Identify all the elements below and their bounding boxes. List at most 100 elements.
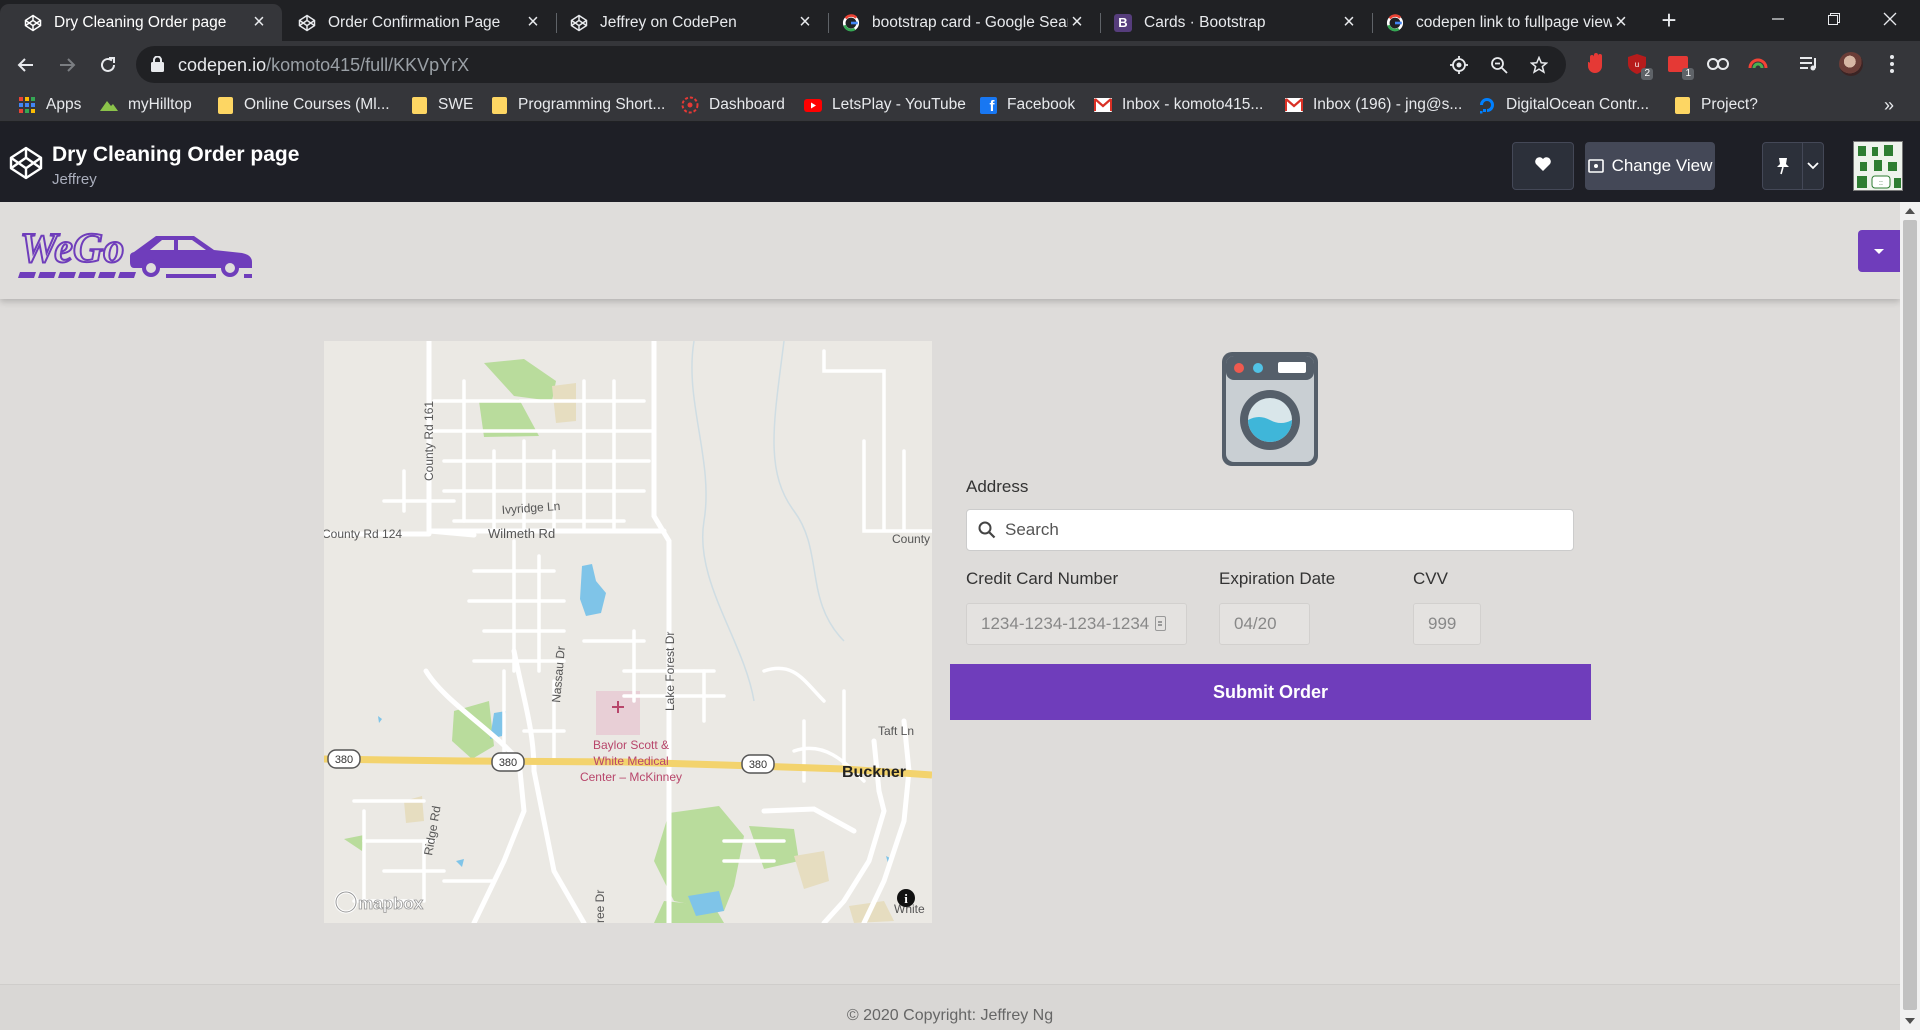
site-navbar: WeGo	[0, 202, 1900, 299]
media-queue-icon[interactable]	[1798, 52, 1822, 76]
washing-machine-icon	[1222, 352, 1318, 471]
scroll-down-arrow-icon[interactable]	[1905, 1018, 1915, 1024]
tab-order-confirmation[interactable]: Order Confirmation Page ×	[274, 4, 556, 41]
codepen-logo-icon[interactable]	[8, 145, 44, 186]
bookmark-programming[interactable]: Programming Short...	[490, 94, 665, 116]
map-canvas[interactable]: 380 380 380 County Rd 161 Ivyridge Ln Co…	[324, 341, 932, 923]
chevron-down-icon[interactable]	[1803, 143, 1823, 189]
caret-down-icon	[1874, 248, 1884, 254]
bookmark-dashboard[interactable]: Dashboard	[681, 94, 785, 116]
tab-dry-cleaning[interactable]: Dry Cleaning Order page ×	[0, 4, 282, 41]
adblock-extension-icon[interactable]	[1584, 52, 1608, 76]
svg-text:380: 380	[335, 754, 353, 766]
tab-title: codepen link to fullpage view	[1416, 13, 1612, 31]
profile-avatar[interactable]	[1839, 52, 1863, 76]
pin-button[interactable]	[1762, 142, 1824, 190]
bookmark-myhilltop[interactable]: myHilltop	[100, 94, 192, 116]
close-tab-icon[interactable]: ×	[1340, 11, 1358, 34]
apps-grid-icon	[18, 96, 36, 114]
map-label: Lake Forest Dr	[663, 632, 677, 711]
credit-card-label: Credit Card Number	[966, 569, 1119, 588]
navbar-dropdown-toggle[interactable]	[1858, 230, 1900, 272]
address-search-input[interactable]	[1005, 510, 1565, 550]
bookmark-digitalocean[interactable]: DigitalOcean Contr...	[1478, 94, 1649, 116]
glasses-extension-icon[interactable]	[1706, 52, 1730, 76]
site-footer: © 2020 Copyright: Jeffrey Ng	[0, 984, 1900, 1030]
tab-jeffrey-codepen[interactable]: Jeffrey on CodePen ×	[546, 4, 828, 41]
minimize-button[interactable]	[1750, 0, 1806, 38]
cvv-input[interactable]: 999	[1413, 603, 1481, 645]
reload-button[interactable]	[92, 49, 124, 81]
svg-text:mapbox: mapbox	[358, 894, 424, 913]
restore-button[interactable]	[1806, 0, 1862, 38]
map-label: County Rd 161	[422, 401, 436, 481]
svg-text:380: 380	[749, 759, 767, 771]
map-label: Wilmeth Rd	[488, 526, 555, 541]
bookmark-apps[interactable]: Apps	[18, 94, 81, 116]
forward-button[interactable]	[51, 49, 83, 81]
ublock-extension-icon[interactable]: u 2	[1625, 52, 1653, 80]
map-label: Baylor Scott &	[593, 738, 669, 752]
close-tab-icon[interactable]: ×	[524, 11, 542, 34]
close-tab-icon[interactable]: ×	[250, 11, 268, 34]
autofill-card-icon[interactable]	[1155, 616, 1167, 631]
bookmark-star-icon[interactable]	[1529, 55, 1549, 75]
address-search-box[interactable]	[966, 509, 1574, 551]
bookmark-facebook[interactable]: f Facebook	[979, 94, 1075, 116]
bookmark-project[interactable]: Project?	[1673, 94, 1758, 116]
codepen-icon	[298, 14, 316, 32]
url-text: codepen.io/komoto415/full/KKVpYrX	[178, 55, 469, 76]
back-button[interactable]	[10, 49, 42, 81]
search-icon	[978, 521, 996, 544]
gmail-icon	[1285, 96, 1303, 114]
new-tab-button[interactable]: +	[1656, 6, 1682, 34]
pen-author[interactable]: Jeffrey	[52, 171, 97, 188]
bookmark-inbox-komoto[interactable]: Inbox - komoto415...	[1094, 94, 1263, 116]
bookmarks-overflow-icon[interactable]: »	[1884, 94, 1894, 116]
tab-codepen-fullpage[interactable]: codepen link to fullpage view ×	[1362, 4, 1644, 41]
bookmark-label: LetsPlay - YouTube	[832, 96, 966, 113]
expiration-input[interactable]: 04/20	[1219, 603, 1310, 645]
map-label: White Medical	[593, 754, 668, 768]
tab-cards-bootstrap[interactable]: B Cards · Bootstrap ×	[1090, 4, 1372, 41]
bookmark-label: Project?	[1701, 96, 1758, 113]
bookmark-label: Programming Short...	[518, 96, 666, 113]
credit-card-input[interactable]: 1234-1234-1234-1234	[966, 603, 1187, 645]
page-scrollbar[interactable]	[1900, 202, 1920, 1030]
wego-logo[interactable]: WeGo	[16, 222, 252, 287]
codepen-icon	[24, 14, 42, 32]
scrollbar-thumb[interactable]	[1903, 220, 1917, 1010]
page-viewport: WeGo 380 380 380 County Rd 161 Ivyridge …	[0, 202, 1900, 1030]
youtube-icon	[804, 96, 822, 114]
copyright-text: © 2020 Copyright: Jeffrey Ng	[846, 1007, 1054, 1024]
bookmark-inbox-jng[interactable]: Inbox (196) - jng@s...	[1285, 94, 1462, 116]
map-view[interactable]: 380 380 380 County Rd 161 Ivyridge Ln Co…	[324, 341, 932, 923]
change-view-button[interactable]: Change View	[1585, 142, 1715, 190]
expiration-label: Expiration Date	[1219, 569, 1336, 588]
scroll-up-arrow-icon[interactable]	[1905, 208, 1915, 214]
tab-title: Dry Cleaning Order page	[54, 13, 227, 31]
address-bar[interactable]: codepen.io/komoto415/full/KKVpYrX	[136, 46, 1566, 83]
cvv-label: CVV	[1413, 569, 1448, 588]
brand-text: WeGo	[20, 226, 124, 272]
close-tab-icon[interactable]: ×	[796, 11, 814, 34]
location-target-icon[interactable]	[1449, 55, 1469, 75]
bookmark-letsplay[interactable]: LetsPlay - YouTube	[804, 94, 966, 116]
submit-order-button[interactable]: Submit Order	[950, 664, 1591, 720]
close-tab-icon[interactable]: ×	[1068, 11, 1086, 34]
color-extension-icon[interactable]	[1746, 52, 1770, 76]
close-tab-icon[interactable]: ×	[1612, 11, 1630, 34]
bookmark-swe[interactable]: SWE	[410, 94, 473, 116]
extension-badge: 2	[1641, 68, 1653, 80]
user-avatar[interactable]: ::	[1853, 141, 1903, 191]
zoom-icon[interactable]	[1489, 55, 1509, 75]
info-icon[interactable]: i	[897, 889, 915, 907]
menu-kebab-icon[interactable]	[1880, 52, 1904, 76]
close-window-button[interactable]	[1862, 0, 1918, 38]
red-extension-icon[interactable]: 1	[1666, 52, 1694, 80]
love-button[interactable]	[1512, 142, 1574, 190]
pin-icon[interactable]	[1763, 143, 1803, 189]
bookmark-online-courses[interactable]: Online Courses (Ml...	[216, 94, 390, 116]
tab-bootstrap-google[interactable]: bootstrap card - Google Sear ×	[818, 4, 1100, 41]
google-icon	[842, 13, 860, 32]
